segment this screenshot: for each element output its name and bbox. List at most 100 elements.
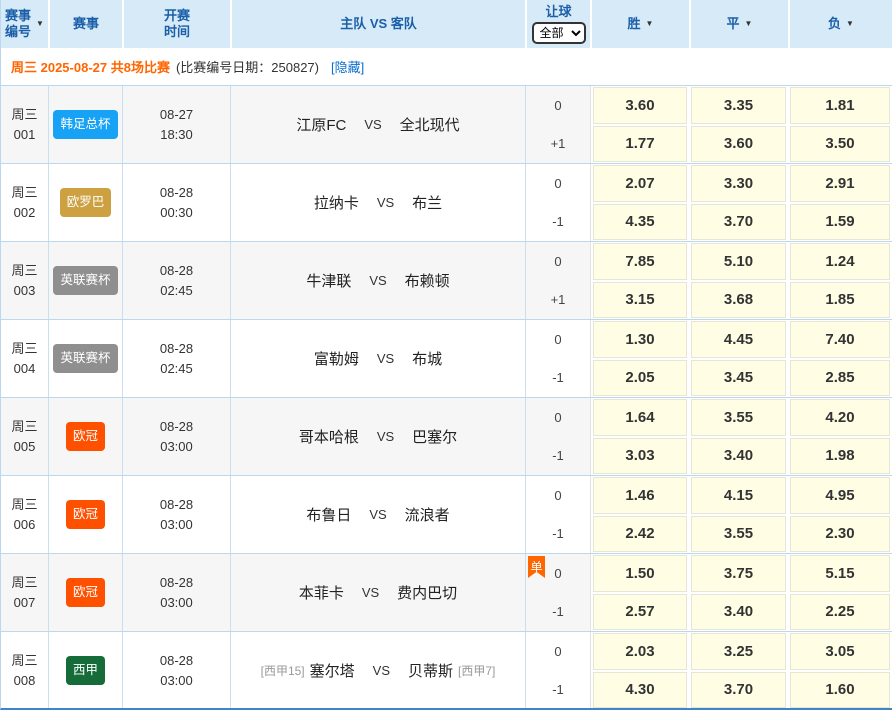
chevron-down-icon[interactable]: ▼: [646, 19, 654, 29]
kickoff-time: 18:30: [160, 125, 193, 145]
odds-cell-lose[interactable]: 1.59: [790, 204, 890, 241]
away-team: 布赖顿: [405, 270, 450, 291]
handicap-cell: 0 -1: [525, 476, 590, 553]
kickoff-date: 08-28: [160, 573, 193, 593]
odds-cell-draw[interactable]: 3.55: [691, 399, 786, 436]
odds-cell-lose[interactable]: 4.95: [790, 477, 890, 514]
odds-cell-win[interactable]: 3.03: [593, 438, 687, 475]
match-no-cell: 周三 005: [1, 398, 48, 475]
odds-cell-draw[interactable]: 3.35: [691, 87, 786, 124]
odds-cell-draw[interactable]: 3.25: [691, 633, 786, 670]
odds-cell-lose[interactable]: 2.91: [790, 165, 890, 202]
odds-cell-win[interactable]: 2.05: [593, 360, 687, 397]
kickoff-time-cell: 08-28 03:00: [122, 554, 230, 631]
chevron-down-icon[interactable]: ▼: [846, 19, 854, 29]
odds-cell-draw[interactable]: 3.45: [691, 360, 786, 397]
kickoff-time-cell: 08-27 18:30: [122, 86, 230, 163]
teams-cell: 本菲卡 VS 费内巴切: [230, 554, 525, 631]
odds-cell-win[interactable]: 1.64: [593, 399, 687, 436]
odds-cell-win[interactable]: 1.46: [593, 477, 687, 514]
time-label-line2: 时间: [164, 24, 190, 40]
league-cell: 韩足总杯: [48, 86, 122, 163]
odds-cell-win[interactable]: 1.50: [593, 555, 687, 592]
odds-cell-draw[interactable]: 3.75: [691, 555, 786, 592]
odds-cell-draw[interactable]: 3.70: [691, 204, 786, 241]
away-team: 布城: [412, 348, 442, 369]
odds-cell-lose[interactable]: 1.24: [790, 243, 890, 280]
match-number: 004: [14, 359, 36, 379]
column-header-match-no[interactable]: 赛事 编号 ▼: [1, 0, 48, 48]
odds-cell-draw[interactable]: 3.55: [691, 516, 786, 553]
odds-cell-win[interactable]: 2.57: [593, 594, 687, 631]
league-badge: 英联赛杯: [53, 344, 117, 373]
odds-cell-lose[interactable]: 2.85: [790, 360, 890, 397]
sort-arrow-icon[interactable]: ▼: [36, 19, 44, 29]
lose-odds-column: 2.91 1.59: [788, 164, 892, 241]
odds-cell-lose[interactable]: 1.98: [790, 438, 890, 475]
odds-cell-draw[interactable]: 3.40: [691, 438, 786, 475]
handicap-value: -1: [526, 437, 590, 476]
odds-cell-win[interactable]: 2.03: [593, 633, 687, 670]
odds-cell-win[interactable]: 3.15: [593, 282, 687, 319]
match-no-cell: 周三 004: [1, 320, 48, 397]
handicap-filter-select[interactable]: 全部: [532, 22, 586, 44]
lose-odds-column: 3.05 1.60: [788, 632, 892, 709]
lose-odds-column: 1.81 3.50: [788, 86, 892, 163]
odds-cell-draw[interactable]: 3.40: [691, 594, 786, 631]
handicap-value: +1: [526, 281, 590, 320]
odds-cell-win[interactable]: 1.30: [593, 321, 687, 358]
odds-cell-lose[interactable]: 3.50: [790, 126, 890, 163]
hide-link[interactable]: [隐藏]: [331, 57, 364, 76]
league-cell: 欧冠: [48, 554, 122, 631]
time-label-line1: 开赛: [164, 8, 190, 24]
odds-cell-lose[interactable]: 2.30: [790, 516, 890, 553]
odds-cell-lose[interactable]: 7.40: [790, 321, 890, 358]
vs-label: VS: [373, 663, 390, 678]
odds-cell-win[interactable]: 2.07: [593, 165, 687, 202]
match-no-cell: 周三 008: [1, 632, 48, 709]
odds-cell-draw[interactable]: 4.45: [691, 321, 786, 358]
match-no-cell: 周三 001: [1, 86, 48, 163]
teams-cell: 牛津联 VS 布赖顿: [230, 242, 525, 319]
odds-cell-win[interactable]: 2.42: [593, 516, 687, 553]
odds-cell-lose[interactable]: 4.20: [790, 399, 890, 436]
handicap-value: -1: [526, 593, 590, 632]
handicap-value: 0: [526, 476, 590, 515]
league-badge: 欧冠: [66, 500, 105, 529]
odds-cell-draw[interactable]: 5.10: [691, 243, 786, 280]
win-odds-column: 1.50 2.57: [590, 554, 689, 631]
odds-cell-win[interactable]: 4.30: [593, 672, 687, 709]
odds-cell-win[interactable]: 4.35: [593, 204, 687, 241]
chevron-down-icon[interactable]: ▼: [745, 19, 753, 29]
win-odds-column: 1.46 2.42: [590, 476, 689, 553]
odds-cell-draw[interactable]: 3.30: [691, 165, 786, 202]
league-cell: 欧冠: [48, 398, 122, 475]
odds-cell-lose[interactable]: 5.15: [790, 555, 890, 592]
match-row: 周三 008 西甲 08-28 03:00 [西甲15] 塞尔塔 VS 贝蒂斯 …: [1, 631, 892, 709]
odds-cell-lose[interactable]: 2.25: [790, 594, 890, 631]
kickoff-date: 08-28: [160, 339, 193, 359]
league-badge: 欧冠: [66, 578, 105, 607]
odds-cell-lose[interactable]: 1.60: [790, 672, 890, 709]
home-team: 拉纳卡: [314, 192, 359, 213]
odds-cell-win[interactable]: 3.60: [593, 87, 687, 124]
odds-cell-lose[interactable]: 3.05: [790, 633, 890, 670]
kickoff-date: 08-28: [160, 183, 193, 203]
match-row: 周三 006 欧冠 08-28 03:00 布鲁日 VS 流浪者 0 -1 1.…: [1, 475, 892, 553]
odds-cell-draw[interactable]: 3.68: [691, 282, 786, 319]
column-header-win[interactable]: 胜 ▼: [590, 0, 689, 48]
match-weekday: 周三: [11, 417, 37, 437]
column-header-lose[interactable]: 负 ▼: [788, 0, 892, 48]
handicap-value: 0: [526, 164, 590, 203]
odds-cell-draw[interactable]: 4.15: [691, 477, 786, 514]
odds-cell-lose[interactable]: 1.81: [790, 87, 890, 124]
odds-cell-draw[interactable]: 3.60: [691, 126, 786, 163]
handicap-value: 0: [526, 242, 590, 281]
match-row: 周三 002 欧罗巴 08-28 00:30 拉纳卡 VS 布兰 0 -1 2.…: [1, 163, 892, 241]
odds-cell-win[interactable]: 1.77: [593, 126, 687, 163]
odds-cell-win[interactable]: 7.85: [593, 243, 687, 280]
column-header-draw[interactable]: 平 ▼: [689, 0, 788, 48]
odds-cell-lose[interactable]: 1.85: [790, 282, 890, 319]
odds-cell-draw[interactable]: 3.70: [691, 672, 786, 709]
lose-odds-column: 4.95 2.30: [788, 476, 892, 553]
